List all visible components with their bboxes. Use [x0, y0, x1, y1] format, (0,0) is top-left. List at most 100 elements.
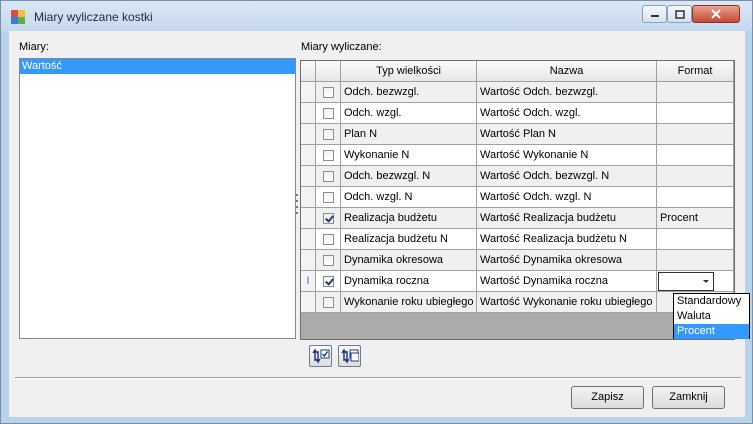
dropdown-option[interactable]: Standardowy	[674, 294, 749, 309]
table-row[interactable]: Odch. wzgl. Wartość Odch. wzgl.	[301, 103, 734, 124]
close-dialog-button[interactable]: Zamknij	[652, 386, 725, 409]
table-row[interactable]: Odch. bezwzgl. Wartość Odch. bezwzgl.	[301, 82, 734, 103]
cell-typ[interactable]: Odch. wzgl. N	[341, 187, 477, 208]
uncheck-all-button[interactable]	[338, 345, 361, 367]
cell-nazwa[interactable]: Wartość Dynamika roczna	[477, 271, 657, 292]
cell-typ[interactable]: Realizacja budżetu	[341, 208, 477, 229]
table-row[interactable]: Plan N Wartość Plan N	[301, 124, 734, 145]
table-row[interactable]: Odch. bezwzgl. N Wartość Odch. bezwzgl. N	[301, 166, 734, 187]
format-dropdown-list[interactable]: Standardowy Waluta Procent	[673, 293, 750, 339]
measures-list[interactable]: Wartość	[19, 58, 296, 339]
header-check-column	[316, 61, 341, 82]
row-checkbox[interactable]	[322, 212, 334, 224]
cell-format[interactable]	[657, 124, 734, 145]
table-row[interactable]: I Dynamika roczna Wartość Dynamika roczna	[301, 271, 734, 292]
table-row[interactable]: Wykonanie N Wartość Wykonanie N	[301, 145, 734, 166]
row-header[interactable]	[301, 208, 316, 229]
row-header[interactable]	[301, 292, 316, 313]
save-button[interactable]: Zapisz	[571, 386, 644, 409]
cube-app-icon	[11, 10, 25, 24]
cell-format[interactable]	[657, 145, 734, 166]
row-check-cell	[316, 82, 341, 103]
dialog-window: Miary wyliczane kostki Miary: Wartość Mi…	[0, 0, 753, 424]
cell-format[interactable]	[657, 82, 734, 103]
cell-nazwa[interactable]: Wartość Odch. bezwzgl. N	[477, 166, 657, 187]
list-item[interactable]: Wartość	[20, 59, 295, 74]
table-row[interactable]: Wykonanie roku ubiegłego Wartość Wykonani…	[301, 292, 734, 313]
cell-typ[interactable]: Dynamika okresowa	[341, 250, 477, 271]
cell-typ[interactable]: Dynamika roczna	[341, 271, 477, 292]
row-check-cell	[316, 250, 341, 271]
footer-separator	[15, 377, 741, 379]
format-combobox[interactable]	[658, 272, 714, 291]
cell-typ[interactable]: Odch. bezwzgl. N	[341, 166, 477, 187]
chevron-down-icon	[703, 280, 709, 283]
cell-nazwa[interactable]: Wartość Wykonanie N	[477, 145, 657, 166]
close-icon	[711, 9, 721, 19]
row-header-corner	[301, 61, 316, 82]
row-header[interactable]	[301, 103, 316, 124]
column-header-nazwa[interactable]: Nazwa	[477, 61, 657, 82]
cell-typ[interactable]: Wykonanie N	[341, 145, 477, 166]
row-checkbox[interactable]	[322, 296, 334, 308]
row-header[interactable]	[301, 166, 316, 187]
row-checkbox[interactable]	[322, 107, 334, 119]
row-checkbox[interactable]	[322, 86, 334, 98]
cell-typ[interactable]: Plan N	[341, 124, 477, 145]
table-row[interactable]: Odch. wzgl. N Wartość Odch. wzgl. N	[301, 187, 734, 208]
row-header[interactable]	[301, 124, 316, 145]
row-check-cell	[316, 145, 341, 166]
cell-nazwa[interactable]: Wartość Odch. bezwzgl.	[477, 82, 657, 103]
minimize-button[interactable]	[642, 5, 667, 23]
row-checkbox[interactable]	[322, 233, 334, 245]
cell-format[interactable]	[657, 187, 734, 208]
maximize-button[interactable]	[667, 5, 692, 23]
table-row[interactable]: Dynamika okresowa Wartość Dynamika okreso…	[301, 250, 734, 271]
cell-nazwa[interactable]: Wartość Plan N	[477, 124, 657, 145]
row-header[interactable]	[301, 145, 316, 166]
cell-format[interactable]: Procent	[657, 208, 734, 229]
cell-nazwa[interactable]: Wartość Dynamika okresowa	[477, 250, 657, 271]
row-checkbox[interactable]	[322, 275, 334, 287]
cell-typ[interactable]: Realizacja budżetu N	[341, 229, 477, 250]
table-row[interactable]: Realizacja budżetu Wartość Realizacja bud…	[301, 208, 734, 229]
dropdown-option[interactable]: Procent	[674, 324, 749, 339]
cell-format[interactable]	[657, 103, 734, 124]
cell-typ[interactable]: Wykonanie roku ubiegłego	[341, 292, 477, 313]
cell-nazwa[interactable]: Wartość Realizacja budżetu	[477, 208, 657, 229]
row-checkbox[interactable]	[322, 254, 334, 266]
check-all-button[interactable]	[309, 345, 332, 367]
calculated-measures-grid[interactable]: Typ wielkości Nazwa Format Odch. bezwzgl…	[300, 60, 735, 340]
row-check-cell	[316, 292, 341, 313]
cell-typ[interactable]: Odch. bezwzgl.	[341, 82, 477, 103]
cell-nazwa[interactable]: Wartość Wykonanie roku ubiegłego	[477, 292, 657, 313]
cell-format[interactable]	[657, 250, 734, 271]
row-header[interactable]	[301, 229, 316, 250]
row-check-cell	[316, 103, 341, 124]
check-all-icon	[311, 348, 329, 364]
close-button[interactable]	[692, 5, 740, 23]
cell-format[interactable]	[657, 229, 734, 250]
cell-nazwa[interactable]: Wartość Odch. wzgl.	[477, 103, 657, 124]
row-header[interactable]	[301, 187, 316, 208]
cell-nazwa[interactable]: Wartość Odch. wzgl. N	[477, 187, 657, 208]
row-checkbox[interactable]	[322, 191, 334, 203]
row-header[interactable]	[301, 250, 316, 271]
title-bar[interactable]: Miary wyliczane kostki	[1, 1, 752, 31]
cell-format[interactable]	[657, 166, 734, 187]
row-check-cell	[316, 229, 341, 250]
window-title: Miary wyliczane kostki	[34, 10, 153, 24]
row-check-cell	[316, 124, 341, 145]
row-checkbox[interactable]	[322, 149, 334, 161]
dropdown-option[interactable]: Waluta	[674, 309, 749, 324]
row-header[interactable]: I	[301, 271, 316, 292]
cell-format[interactable]	[657, 271, 734, 292]
row-checkbox[interactable]	[322, 170, 334, 182]
cell-typ[interactable]: Odch. wzgl.	[341, 103, 477, 124]
column-header-format[interactable]: Format	[657, 61, 734, 82]
column-header-typ[interactable]: Typ wielkości	[341, 61, 477, 82]
table-row[interactable]: Realizacja budżetu N Wartość Realizacja b…	[301, 229, 734, 250]
row-checkbox[interactable]	[322, 128, 334, 140]
cell-nazwa[interactable]: Wartość Realizacja budżetu N	[477, 229, 657, 250]
row-header[interactable]	[301, 82, 316, 103]
